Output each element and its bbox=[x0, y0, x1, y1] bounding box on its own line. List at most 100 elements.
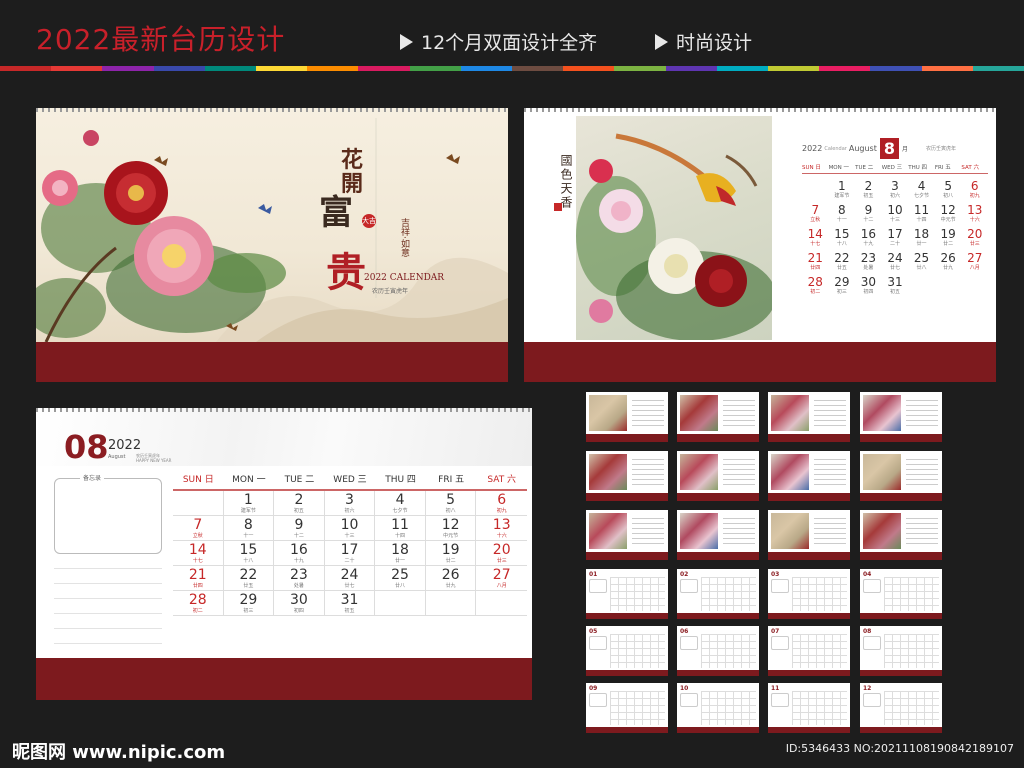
day-cell: 19 廿二 bbox=[935, 228, 962, 248]
day-cell: 3 初六 bbox=[324, 491, 376, 516]
day-number: 5 bbox=[944, 179, 952, 193]
thumb-memo-box bbox=[680, 636, 698, 650]
thumb-painting bbox=[680, 513, 718, 549]
day-cell bbox=[802, 180, 829, 199]
day-cell: 23 处暑 bbox=[274, 566, 325, 591]
day-cell: 24 廿七 bbox=[324, 566, 376, 591]
thumb-grid-line bbox=[632, 405, 664, 406]
calendar-month-page-small: 國色天香 2022 Calendar August 8 月 农历壬寅虎年 SUN… bbox=[524, 108, 996, 342]
day-cell: 6 初九 bbox=[476, 491, 527, 516]
day-number: 21 bbox=[807, 251, 823, 265]
thumbnail-page bbox=[768, 510, 850, 560]
day-number: 4 bbox=[395, 492, 405, 508]
thumb-grid-line bbox=[814, 469, 846, 470]
thumb-month-grid bbox=[884, 634, 939, 668]
day-number: 10 bbox=[340, 517, 359, 533]
day-cell: 19 廿二 bbox=[425, 541, 477, 566]
thumb-grid-line bbox=[632, 474, 664, 475]
color-stripe-segment bbox=[614, 66, 666, 71]
lunar-day: 十八 bbox=[836, 241, 847, 247]
lunar-day: 廿三 bbox=[969, 241, 980, 247]
thumb-grid-line bbox=[906, 400, 938, 401]
cover-title-line2: 富 bbox=[319, 193, 353, 233]
day-number: 16 bbox=[290, 542, 308, 558]
thumb-grid-line bbox=[814, 543, 846, 544]
day-cell: 20 廿三 bbox=[961, 228, 988, 248]
lunar-day: 中元节 bbox=[443, 533, 459, 539]
thumb-stand bbox=[768, 727, 850, 733]
day-number: 8 bbox=[838, 203, 846, 217]
vertical-title: 國色天香 bbox=[559, 154, 573, 210]
thumbnail-month-page: 03 bbox=[768, 569, 850, 619]
thumb-memo-box bbox=[589, 636, 607, 650]
feature-months-label: 12个月双面设计全齐 bbox=[421, 32, 598, 54]
thumb-grid-line bbox=[814, 400, 846, 401]
day-number: 2 bbox=[294, 492, 304, 508]
day-number: 7 bbox=[811, 203, 820, 217]
color-stripe-segment bbox=[870, 66, 922, 71]
lunar-day: 十一 bbox=[243, 533, 254, 539]
thumb-stand bbox=[768, 493, 850, 501]
day-number: 17 bbox=[340, 542, 359, 558]
day-cell: 26 廿九 bbox=[425, 566, 477, 591]
thumb-painting bbox=[863, 513, 901, 549]
day-number: 23 bbox=[290, 567, 308, 583]
day-cell: 31 初五 bbox=[882, 276, 909, 296]
thumb-memo-box bbox=[771, 693, 789, 707]
thumb-month-number: 08 bbox=[863, 628, 872, 635]
thumb-painting bbox=[863, 454, 901, 490]
thumb-grid-line bbox=[723, 425, 755, 426]
thumb-grid-line bbox=[723, 464, 755, 465]
lunar-day: 廿七 bbox=[344, 583, 355, 589]
thumb-month-grid bbox=[610, 634, 665, 668]
thumbnail-month-page: 05 bbox=[586, 626, 668, 676]
day-number: 16 bbox=[860, 227, 877, 241]
thumb-grid-line bbox=[723, 518, 755, 519]
thumb-stand bbox=[677, 434, 759, 442]
thumb-grid-line bbox=[632, 415, 664, 416]
day-cell: 15 十八 bbox=[829, 227, 856, 248]
day-number: 22 bbox=[834, 251, 850, 265]
color-stripe-segment bbox=[307, 66, 359, 71]
thumbnail-page bbox=[860, 510, 942, 560]
lunar-day: 初五 bbox=[889, 289, 900, 295]
day-cell: 16 十九 bbox=[274, 541, 325, 566]
thumb-grid-line bbox=[632, 543, 664, 544]
thumb-stand bbox=[586, 613, 668, 619]
lunar-day: 初三 bbox=[243, 608, 254, 614]
month-grid-small: SUN 日 MON 一 TUE 二 WED 三 THU 四 FRI 五 SAT 六 1 建军节… bbox=[802, 163, 988, 295]
thumb-painting bbox=[589, 454, 627, 490]
day-cell: 25 廿八 bbox=[375, 566, 426, 591]
thumb-painting bbox=[863, 395, 901, 431]
lunar-day: 初二 bbox=[192, 608, 203, 614]
lunar-day: 廿四 bbox=[810, 265, 821, 271]
day-cell: 18 廿一 bbox=[375, 541, 426, 566]
lunar-day: 廿一 bbox=[395, 558, 406, 564]
day-number: 12 bbox=[940, 203, 956, 217]
day-cells: 1 建军节 2 初五 3 初六 4 七夕节 5 初八 6 初九 7 立秋 8 十一 9 十二 10 十三 11 十四 12 中… bbox=[173, 491, 527, 616]
thumb-stand bbox=[677, 613, 759, 619]
lunar-day: 处暑 bbox=[293, 583, 304, 589]
weekday-label: WED 三 bbox=[333, 475, 367, 485]
image-id: ID:5346433 NO:20211108190842189107 bbox=[785, 742, 1014, 755]
thumb-grid-line bbox=[723, 410, 755, 411]
thumb-stand bbox=[860, 670, 942, 676]
thumb-grid-line bbox=[632, 484, 664, 485]
day-cell: 17 二十 bbox=[882, 228, 909, 248]
thumb-grid-line bbox=[723, 469, 755, 470]
day-number: 9 bbox=[864, 203, 873, 217]
lunar-day: 立秋 bbox=[810, 217, 821, 223]
color-stripe-segment bbox=[768, 66, 820, 71]
calendar-stand bbox=[524, 342, 996, 382]
color-stripe-segment bbox=[512, 66, 564, 71]
color-stripe-segment bbox=[0, 66, 52, 71]
day-cell: 2 初五 bbox=[855, 180, 882, 200]
lunar-day: 七夕节 bbox=[914, 193, 930, 199]
day-number: 29 bbox=[239, 592, 258, 608]
day-cell: 29 初三 bbox=[829, 275, 856, 296]
day-number: 15 bbox=[834, 227, 850, 241]
day-number: 29 bbox=[834, 275, 850, 289]
day-number: 28 bbox=[807, 275, 823, 289]
thumb-grid-line bbox=[906, 523, 938, 524]
thumb-grid-line bbox=[906, 474, 938, 475]
